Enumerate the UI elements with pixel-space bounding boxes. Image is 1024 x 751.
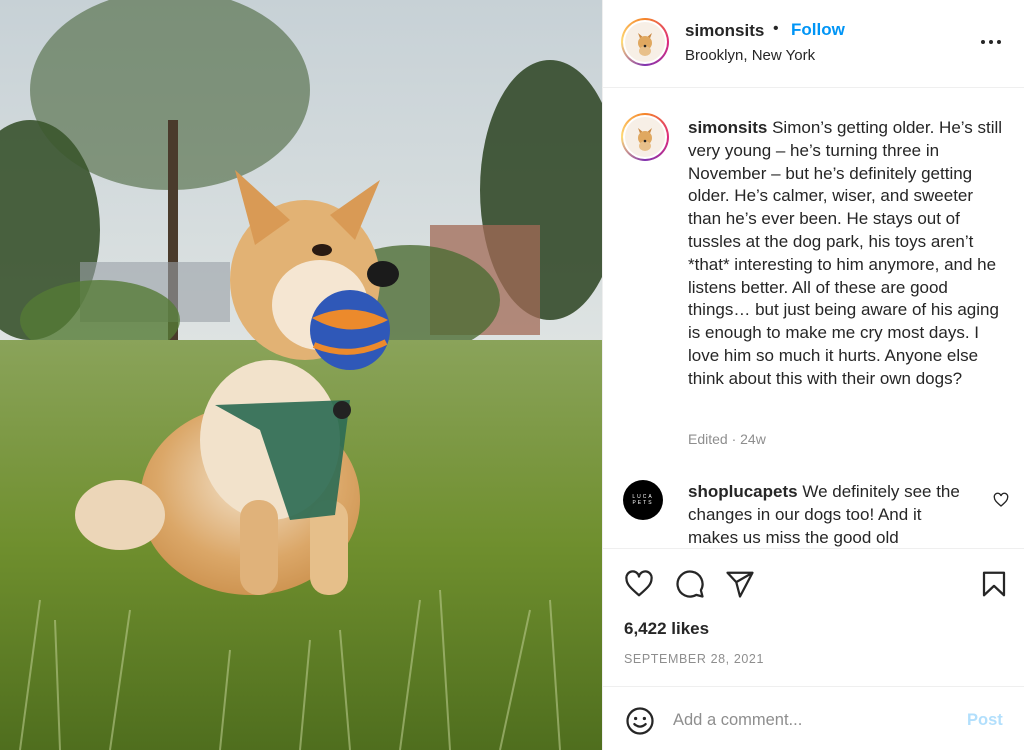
post-comment-button[interactable]: Post (967, 711, 1003, 730)
commenter-avatar-text-bottom: PETS (632, 500, 654, 506)
caption-avatar[interactable] (621, 113, 669, 161)
dog-avatar-icon (638, 128, 652, 151)
likes-count[interactable]: 6,422 likes (624, 619, 709, 639)
comment-text: shoplucapets We definitely see the chang… (688, 481, 968, 548)
post-actions: 6,422 likes SEPTEMBER 28, 2021 (603, 548, 1024, 686)
more-options-icon[interactable] (979, 30, 1003, 54)
caption-text: simonsits Simon’s getting older. He’s st… (688, 117, 1006, 391)
comment-input[interactable] (673, 705, 953, 735)
follow-button[interactable]: Follow (791, 20, 845, 40)
comment-like-heart-icon[interactable] (993, 492, 1009, 508)
post-side-panel: simonsits • Follow Brooklyn, New York si… (602, 0, 1024, 750)
caption-body: Simon’s getting older. He’s still very y… (688, 118, 1003, 388)
author-username[interactable]: simonsits (685, 21, 764, 41)
comments-section[interactable]: simonsits Simon’s getting older. He’s st… (603, 88, 1024, 548)
post-photo (0, 0, 602, 750)
separator-dot: • (773, 20, 779, 37)
add-comment-bar: Post (603, 686, 1024, 751)
caption-meta: Edited · 24w (688, 431, 766, 447)
smiley-icon[interactable] (625, 706, 655, 736)
post-date: SEPTEMBER 28, 2021 (624, 652, 765, 666)
caption-username[interactable]: simonsits (688, 118, 767, 137)
heart-icon[interactable] (624, 569, 654, 599)
commenter-username[interactable]: shoplucapets (688, 482, 798, 501)
dog-photo-illustration (0, 0, 602, 750)
location-link[interactable]: Brooklyn, New York (685, 47, 815, 64)
bookmark-icon[interactable] (979, 569, 1009, 599)
post-header: simonsits • Follow Brooklyn, New York (603, 0, 1024, 88)
paper-plane-icon[interactable] (725, 569, 755, 599)
comment-icon[interactable] (675, 569, 705, 599)
commenter-avatar[interactable]: LUCA PETS (623, 480, 663, 520)
dog-avatar-icon (638, 33, 652, 56)
author-avatar[interactable] (621, 18, 669, 66)
